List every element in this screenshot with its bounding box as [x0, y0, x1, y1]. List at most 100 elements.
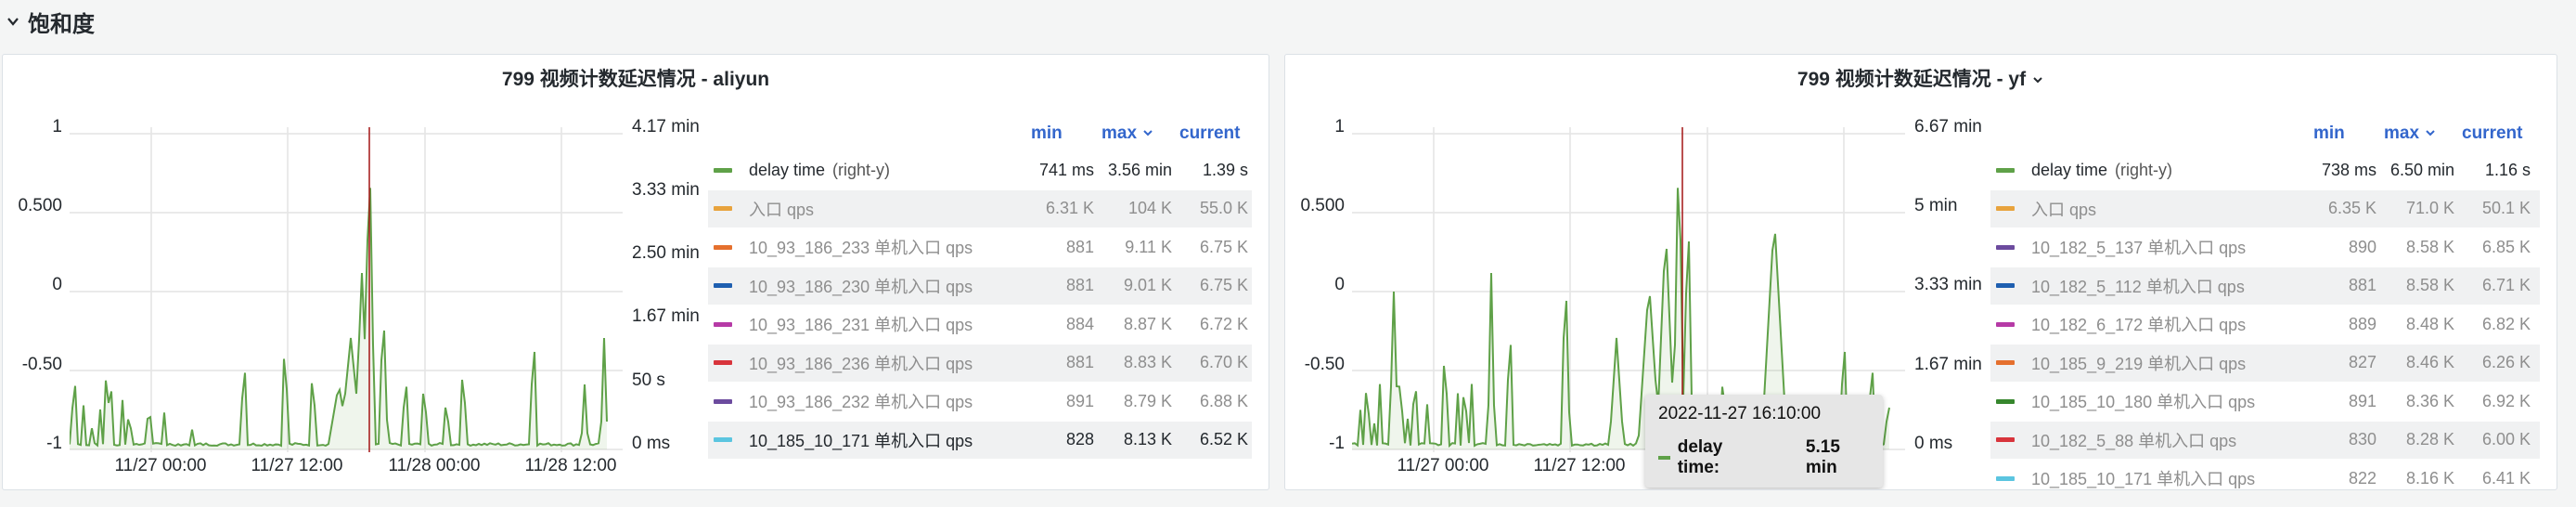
legend-item[interactable]: 10_93_186_230 单机入口 qps 881 9.01 K 6.75 K — [708, 266, 1252, 305]
legend-series-name[interactable]: 10_182_5_88 单机入口 qps — [2031, 428, 2236, 452]
y-tick-label: 50 s — [632, 370, 665, 390]
series-color-swatch[interactable] — [1996, 475, 2015, 481]
legend-value-current: 6.72 K — [1199, 314, 1248, 333]
legend-series-axis-note: (right-y) — [832, 160, 891, 179]
legend-value-max: 8.36 K — [2405, 391, 2454, 410]
legend-series-name[interactable]: 10_93_186_230 单机入口 qps — [749, 274, 972, 298]
legend-item[interactable]: 10_185_10_171 单机入口 qps 822 8.16 K 6.41 K — [1990, 460, 2540, 489]
legend-header-min[interactable]: min — [2313, 124, 2345, 144]
legend-value-current: 6.71 K — [2481, 276, 2531, 294]
legend-item[interactable]: 10_182_5_88 单机入口 qps 830 8.28 K 6.00 K — [1990, 421, 2540, 459]
series-color-swatch[interactable] — [714, 244, 732, 250]
panel-aliyun[interactable]: 799 视频计数延迟情况 - aliyun 1 0.500 0 -0.50 -1… — [2, 54, 1269, 490]
legend-series-name[interactable]: 10_185_9_219 单机入口 qps — [2031, 351, 2246, 375]
legend-item[interactable]: 10_185_10_180 单机入口 qps 891 8.36 K 6.92 K — [1990, 383, 2540, 420]
y-tick-label: 0 ms — [632, 434, 671, 453]
legend-series-name[interactable]: delay time — [2031, 161, 2107, 180]
series-color-swatch[interactable] — [714, 398, 732, 404]
series-color-swatch[interactable] — [714, 283, 732, 288]
legend-series-name[interactable]: 10_185_10_171 单机入口 qps — [749, 428, 972, 452]
legend-item[interactable]: 10_93_186_231 单机入口 qps 884 8.87 K 6.72 K — [708, 306, 1252, 343]
legend-value-max: 6.50 min — [2389, 160, 2454, 179]
legend-value-current: 55.0 K — [1199, 199, 1248, 217]
series-color-swatch[interactable] — [714, 206, 732, 211]
series-color-swatch[interactable] — [1996, 167, 2015, 173]
legend-item[interactable]: 入口 qps 6.31 K 104 K 55.0 K — [708, 189, 1252, 228]
time-series-plot[interactable] — [70, 127, 623, 452]
legend-value-max: 9.01 K — [1123, 276, 1172, 294]
series-color-swatch[interactable] — [1996, 437, 2015, 442]
legend-item[interactable]: 10_93_186_233 单机入口 qps 881 9.11 K 6.75 K — [708, 228, 1252, 266]
legend-series-name[interactable]: 入口 qps — [2031, 197, 2096, 221]
series-color-swatch[interactable] — [714, 321, 732, 327]
y-tick-label: 0.500 — [18, 196, 62, 215]
legend-value-max: 8.87 K — [1123, 314, 1172, 333]
legend-series-name[interactable]: delay time — [749, 161, 825, 180]
legend-item[interactable]: 入口 qps 6.35 K 71.0 K 50.1 K — [1990, 189, 2540, 228]
y-tick-label: 5 min — [1914, 196, 1958, 215]
legend-series-name[interactable]: 10_185_10_180 单机入口 qps — [2031, 389, 2255, 413]
legend-series-name[interactable]: 10_93_186_236 单机入口 qps — [749, 351, 972, 375]
chevron-down-icon[interactable] — [2031, 73, 2044, 86]
panel-title[interactable]: 799 视频计数延迟情况 - yf — [1285, 64, 2557, 92]
legend-header-max[interactable]: max — [2384, 124, 2436, 144]
y-tick-label: 0 — [52, 275, 62, 294]
legend-value-max: 104 K — [1127, 199, 1172, 217]
legend-series-name[interactable]: 10_182_6_172 单机入口 qps — [2031, 312, 2246, 336]
y-tick-label: 4.17 min — [632, 117, 700, 136]
tooltip-series-label: delay time: — [1677, 437, 1723, 477]
legend-value-max: 8.58 K — [2405, 276, 2454, 294]
legend-series-name[interactable]: 10_93_186_232 单机入口 qps — [749, 389, 972, 413]
legend-value-current: 1.16 s — [2484, 160, 2531, 179]
y-tick-label: 3.33 min — [632, 180, 700, 200]
legend-item[interactable]: 10_185_9_219 单机入口 qps 827 8.46 K 6.26 K — [1990, 344, 2540, 382]
series-color-swatch[interactable] — [1996, 321, 2015, 327]
legend-item[interactable]: delay time (right-y) 741 ms 3.56 min 1.39 s — [708, 151, 1252, 188]
y-tick-label: -0.50 — [21, 355, 62, 374]
legend-item[interactable]: 10_182_6_172 单机入口 qps 889 8.48 K 6.82 K — [1990, 306, 2540, 343]
series-color-swatch[interactable] — [1996, 206, 2015, 211]
x-tick-label: 11/27 00:00 — [1397, 456, 1489, 475]
legend-table: min max current delay time (right-y) 738 m… — [1990, 124, 2540, 489]
legend-item[interactable]: 10_182_5_137 单机入口 qps 890 8.58 K 6.85 K — [1990, 228, 2540, 266]
legend-header-current[interactable]: current — [2462, 124, 2522, 144]
panel-yf[interactable]: 799 视频计数延迟情况 - yf 1 0.500 0 -0.50 -1 6.6… — [1284, 54, 2557, 490]
legend-header-current[interactable]: current — [1179, 124, 1240, 144]
legend-series-name[interactable]: 10_93_186_233 单机入口 qps — [749, 235, 972, 259]
legend-value-current: 6.00 K — [2481, 430, 2531, 448]
row-title: 饱和度 — [28, 11, 95, 37]
legend-header-max[interactable]: max — [1101, 124, 1153, 144]
y-tick-label: -0.50 — [1304, 355, 1345, 374]
legend-series-name[interactable]: 10_182_5_137 单机入口 qps — [2031, 235, 2246, 259]
y-tick-label: 2.50 min — [632, 243, 700, 263]
legend-series-name[interactable]: 10_93_186_231 单机入口 qps — [749, 312, 972, 336]
legend-series-name[interactable]: 10_185_10_171 单机入口 qps — [2031, 466, 2255, 489]
legend-item[interactable]: 10_182_5_112 单机入口 qps 881 8.58 K 6.71 K — [1990, 266, 2540, 305]
chevron-down-icon[interactable] — [6, 14, 20, 29]
legend-value-max: 71.0 K — [2405, 199, 2454, 217]
legend-value-current: 6.88 K — [1199, 391, 1248, 410]
legend-item[interactable]: delay time (right-y) 738 ms 6.50 min 1.16 s — [1990, 151, 2540, 188]
x-tick-label: 11/28 12:00 — [524, 456, 617, 475]
x-tick-label: 11/27 00:00 — [114, 456, 207, 475]
hover-tooltip: 2022-11-27 16:10:00 delay time: 5.15 min — [1645, 395, 1883, 488]
legend-item[interactable]: 10_185_10_171 单机入口 qps 828 8.13 K 6.52 K — [708, 421, 1252, 459]
legend-header-min[interactable]: min — [1031, 124, 1063, 144]
series-color-swatch[interactable] — [714, 360, 732, 365]
legend-item[interactable]: 10_93_186_232 单机入口 qps 891 8.79 K 6.88 K — [708, 383, 1252, 420]
row-header-saturation[interactable]: 饱和度 — [0, 0, 2576, 43]
series-color-swatch[interactable] — [714, 167, 732, 173]
legend-series-name[interactable]: 入口 qps — [749, 197, 814, 221]
series-color-swatch[interactable] — [714, 437, 732, 442]
series-color-swatch[interactable] — [1996, 360, 2015, 365]
legend-value-current: 1.39 s — [1202, 160, 1248, 179]
series-color-swatch[interactable] — [1996, 283, 2015, 288]
y-tick-label: 0 ms — [1914, 434, 1953, 453]
legend-value-current: 6.75 K — [1199, 237, 1248, 256]
panel-title[interactable]: 799 视频计数延迟情况 - aliyun — [3, 64, 1269, 92]
legend-series-name[interactable]: 10_182_5_112 单机入口 qps — [2031, 274, 2245, 298]
series-color-swatch[interactable] — [1996, 244, 2015, 250]
legend-item[interactable]: 10_93_186_236 单机入口 qps 881 8.83 K 6.70 K — [708, 344, 1252, 382]
series-color-swatch[interactable] — [1996, 398, 2015, 404]
y-tick-label: 6.67 min — [1914, 117, 1982, 136]
